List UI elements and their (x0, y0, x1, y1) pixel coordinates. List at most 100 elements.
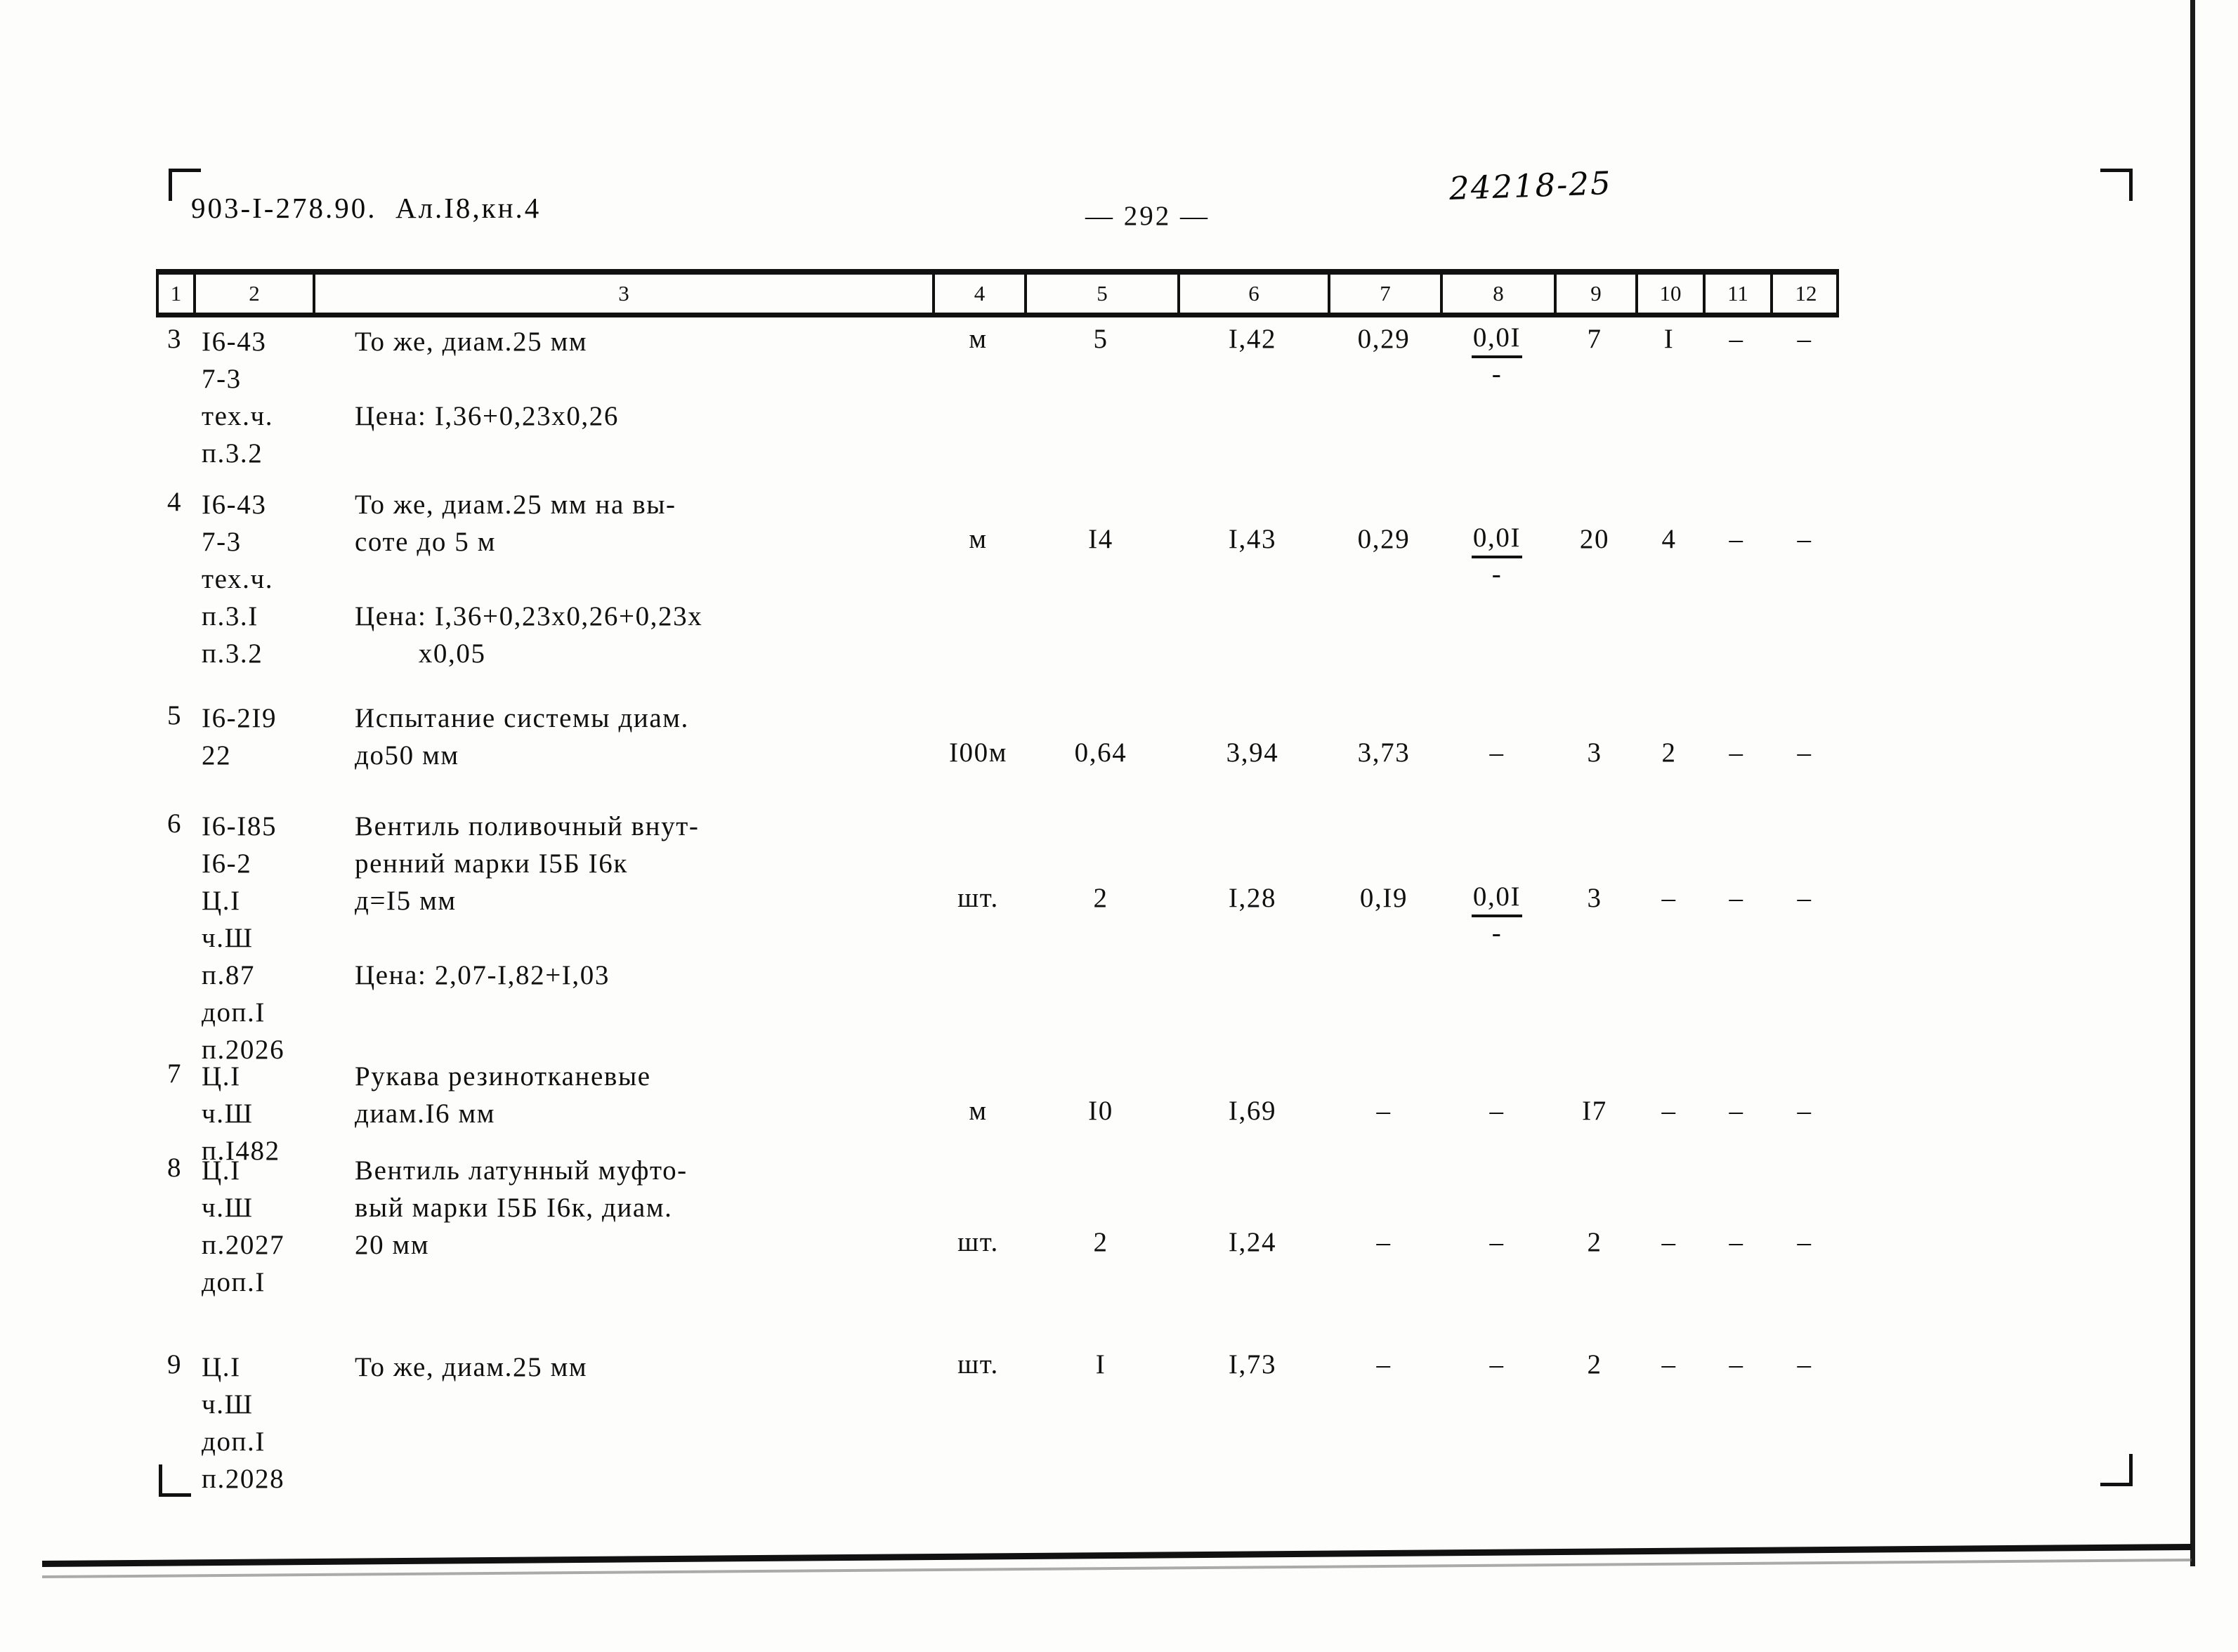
norm-code-line: п.87 (202, 960, 256, 990)
salary-value: – (1376, 1096, 1392, 1126)
norm-code-line: I6-2I9 (202, 703, 277, 733)
quantity-value: I0 (1088, 1096, 1113, 1126)
work-description-line: Цена: I,36+0,23х0,26 (355, 401, 619, 431)
norm-code-line: доп.I (202, 997, 266, 1028)
unit-cost-value: I,43 (1228, 524, 1277, 554)
work-description-line: Испытание системы диам. (355, 703, 689, 733)
machine-cost-fraction: 0,0I - (1440, 520, 1554, 591)
column11-value: – (1729, 883, 1744, 913)
table-column-header-6: 6 (1177, 275, 1328, 313)
work-description: Вентиль поливочный внут-ренний марки I5Б… (355, 808, 974, 994)
table-column-header-3: 3 (313, 275, 932, 313)
table-column-header-2: 2 (193, 275, 313, 313)
column11-value: – (1729, 1096, 1744, 1126)
fraction-numerator: 0,0I (1471, 320, 1523, 358)
column12-value: – (1797, 1227, 1812, 1257)
quantity-value: 5 (1093, 324, 1108, 354)
norm-code-line: ч.Ш (202, 1193, 254, 1223)
document-page: 903-I-278.90. Ал.I8,кн.4 — 292 — 24218-2… (0, 0, 2238, 1652)
quantity-value: I4 (1088, 524, 1113, 554)
labor-norm-value: 3 (1587, 883, 1602, 913)
work-description: То же, диам.25 мм Цена: I,36+0,23х0,26 (355, 323, 974, 435)
quantity-value: 0,64 (1074, 738, 1127, 768)
norm-code-list: I6-2I9 22 (202, 700, 321, 774)
quantity-value: 2 (1093, 1227, 1108, 1257)
norm-code-line: ч.Ш (202, 1389, 254, 1420)
norm-code-line: 7-3 (202, 364, 242, 394)
table-column-header-9: 9 (1554, 275, 1635, 313)
unit-cost-value: 3,94 (1226, 738, 1279, 768)
crop-mark-top-right (2100, 169, 2133, 201)
crop-mark-bottom-left (159, 1464, 191, 1497)
column12-value: – (1797, 883, 1812, 913)
work-description-line: диам.I6 мм (355, 1099, 496, 1129)
work-description-line: 20 мм (355, 1230, 430, 1260)
norm-code-line: 7-3 (202, 527, 242, 557)
column11-value: – (1729, 1349, 1744, 1379)
work-description-line: То же, диам.25 мм (355, 327, 588, 357)
table-header-right-edge (1836, 275, 1839, 313)
norm-code-list: I6-I85 I6-2 Ц.I ч.Ш п.87 доп.I п.2026 (202, 808, 321, 1068)
column10-value: – (1661, 1349, 1677, 1379)
document-code: 903-I-278.90. Ал.I8,кн.4 (191, 192, 542, 224)
norm-code-list: Ц.I ч.Ш п.2027 доп.I (202, 1152, 321, 1301)
norm-code-line: доп.I (202, 1427, 266, 1457)
unit-cost-value: I,69 (1228, 1096, 1277, 1126)
norm-code-line: 22 (202, 740, 232, 771)
work-description-line: х0,05 (355, 638, 486, 669)
column11-value: – (1729, 524, 1744, 554)
unit-cost-value: I,28 (1228, 883, 1277, 913)
norm-code-line: I6-43 (202, 490, 267, 520)
work-description: Вентиль латунный муфто-вый марки I5Б I6к… (355, 1152, 974, 1264)
scan-edge-artifact (2190, 0, 2195, 1566)
machine-cost-value: – (1489, 1349, 1505, 1379)
column12-value: – (1797, 324, 1812, 354)
column12-value: – (1797, 1096, 1812, 1126)
fraction-numerator: 0,0I (1471, 520, 1523, 558)
work-description: Рукава резинотканевые диам.I6 мм (355, 1058, 974, 1132)
table-header-bottom-rule (156, 313, 1839, 317)
labor-norm-value: I7 (1582, 1096, 1607, 1126)
work-description-line: Вентиль поливочный внут- (355, 811, 700, 841)
fraction-numerator: 0,0I (1471, 879, 1523, 917)
salary-value: – (1376, 1227, 1392, 1257)
work-description-line: вый марки I5Б I6к, диам. (355, 1193, 673, 1223)
crop-mark-bottom-right (2100, 1454, 2133, 1486)
norm-code-line: п.2027 (202, 1230, 285, 1260)
salary-value: 0,29 (1357, 524, 1411, 554)
page-number: — 292 — (1085, 201, 1210, 231)
norm-code-line: Ц.I (202, 1061, 241, 1092)
column10-value: 4 (1661, 524, 1677, 554)
quantity-value: I (1095, 1349, 1106, 1379)
salary-value: 0,I9 (1359, 883, 1408, 913)
column10-value: 2 (1661, 738, 1677, 768)
salary-value: 3,73 (1357, 738, 1411, 768)
machine-cost-value: – (1489, 1227, 1505, 1257)
fraction-denominator: - (1491, 559, 1503, 589)
norm-code-line: Ц.I (202, 1352, 241, 1382)
column12-value: – (1797, 1349, 1812, 1379)
column10-value: – (1661, 1096, 1677, 1126)
work-description-line: То же, диам.25 мм (355, 1352, 588, 1382)
work-description-line: ренний марки I5Б I6к (355, 848, 628, 879)
table-column-header-11: 11 (1703, 275, 1770, 313)
norm-code-line: I6-I85 (202, 811, 277, 841)
column10-value: I (1663, 324, 1675, 354)
work-description-line: То же, диам.25 мм на вы- (355, 490, 676, 520)
norm-code-list: Ц.I ч.Ш доп.I п.2028 (202, 1349, 321, 1497)
table-column-header-row: 1 2 3 4 5 6 7 8 9 10 11 12 (156, 275, 1839, 313)
norm-code-line: Ц.I (202, 1155, 241, 1186)
column10-value: – (1661, 1227, 1677, 1257)
row-number: 4 (166, 487, 183, 517)
archive-handwritten-mark: 24218-25 (1448, 164, 1613, 208)
quantity-value: 2 (1093, 883, 1108, 913)
norm-code-line: тех.ч. (202, 401, 274, 431)
work-description-line: Цена: 2,07-I,82+I,03 (355, 960, 610, 990)
norm-code-line: I6-2 (202, 848, 252, 879)
unit-of-measure: м (969, 524, 988, 554)
table-column-header-1: 1 (156, 275, 193, 313)
column12-value: – (1797, 524, 1812, 554)
norm-code-line: п.3.2 (202, 438, 263, 468)
work-description-line: до50 мм (355, 740, 459, 771)
norm-code-list: I6-43 7-3 тех.ч. п.3.I п.3.2 (202, 486, 321, 672)
